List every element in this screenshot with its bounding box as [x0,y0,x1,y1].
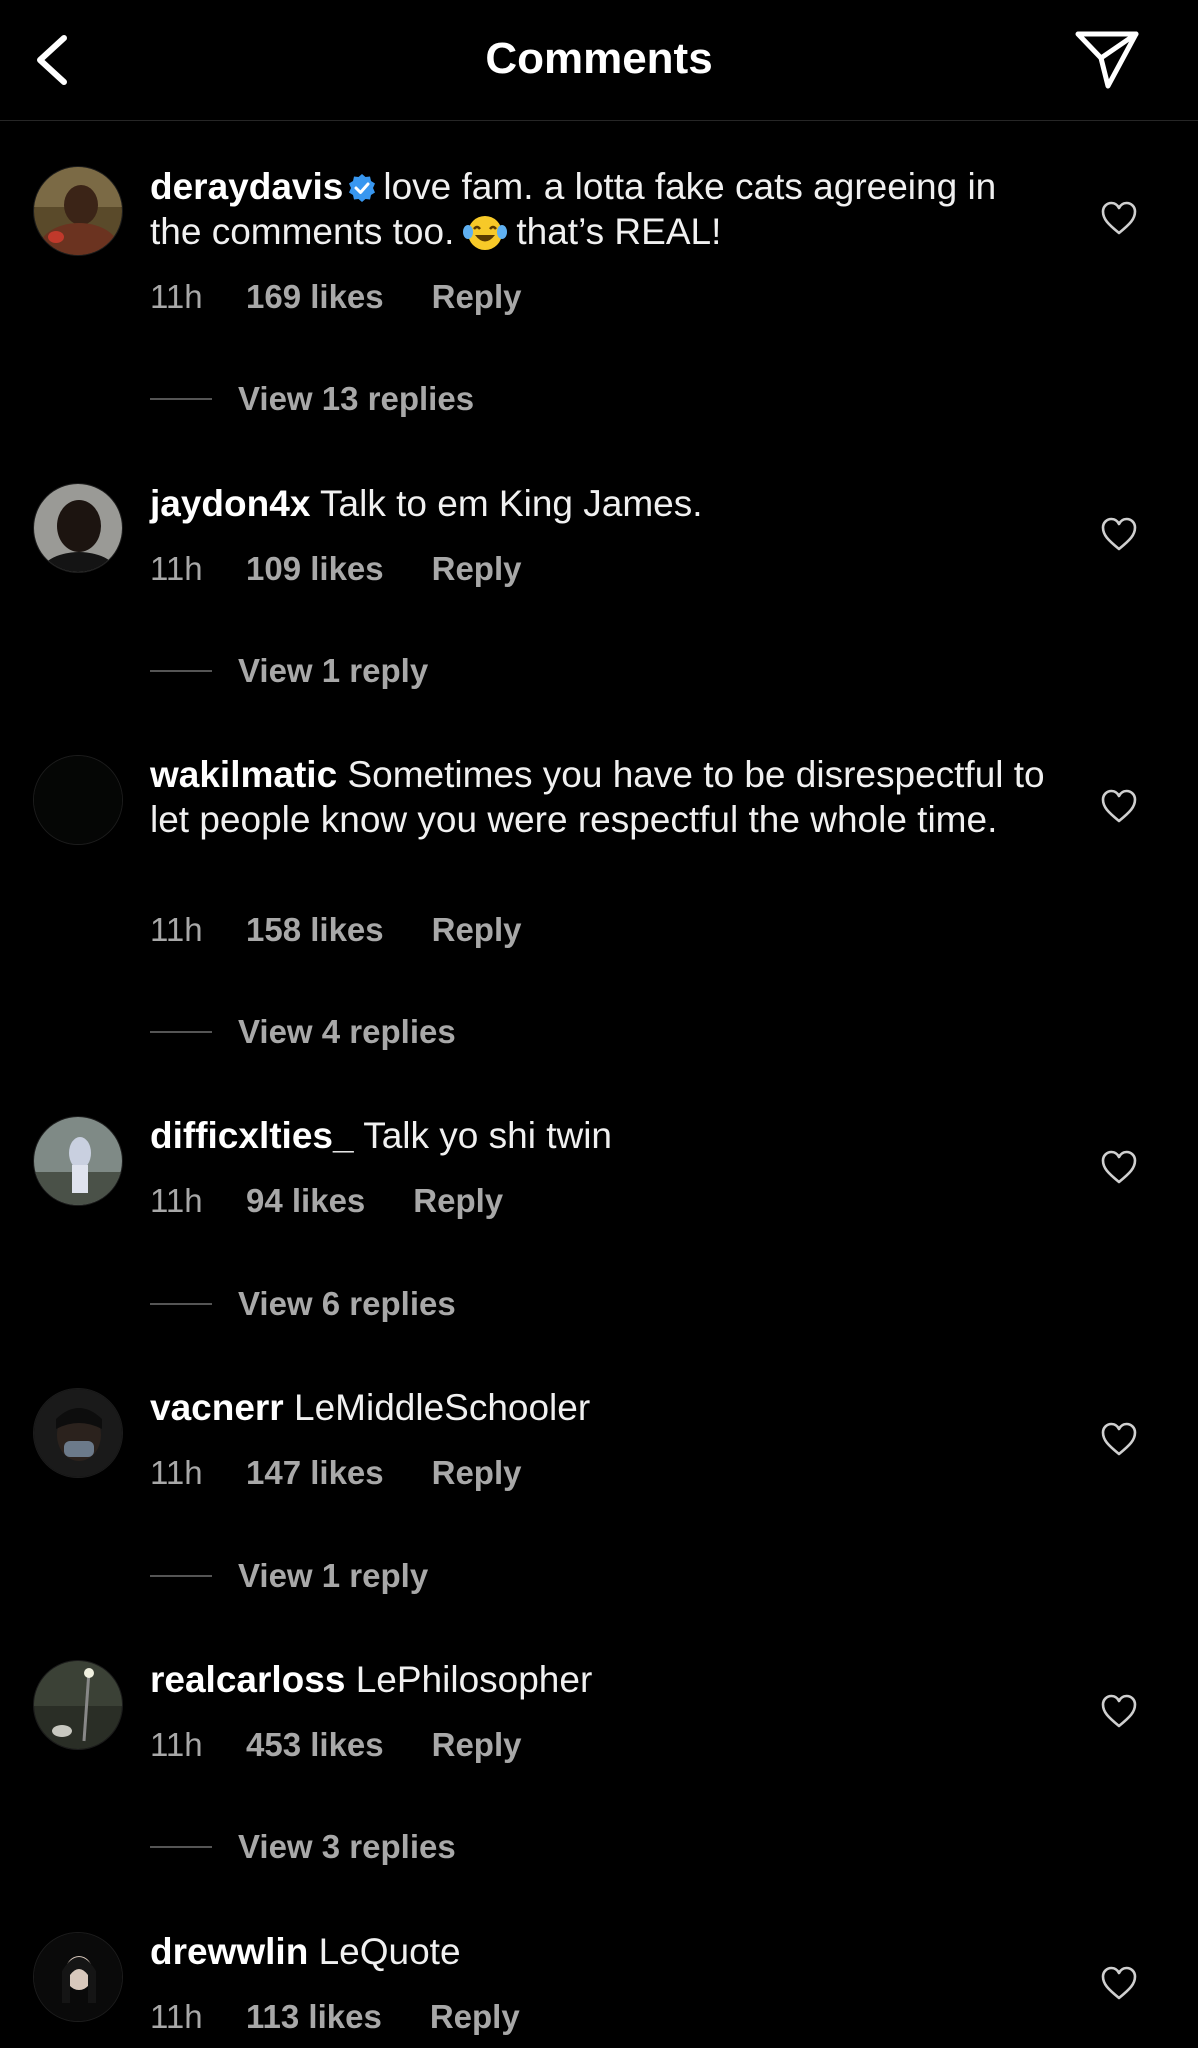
comment-meta: 11h 158 likes Reply [150,910,522,950]
avatar[interactable] [33,483,123,573]
comment-meta: 11h 453 likes Reply [150,1725,522,1765]
comment-username[interactable]: jaydon4x [150,483,310,524]
verified-badge-icon [349,174,376,202]
comment-likes[interactable]: 158 likes [246,910,384,950]
comment-time: 11h [150,1726,203,1763]
view-replies-button[interactable]: View 4 replies [150,1012,456,1052]
view-replies-label: View 1 reply [238,652,429,689]
comment-text: realcarloss LePhilosopher [150,1657,1050,1702]
comment-username[interactable]: difficxlties_ [150,1115,354,1156]
reply-button[interactable]: Reply [432,549,522,589]
comment-text: jaydon4x Talk to em King James. [150,481,1050,526]
heart-icon[interactable] [1100,1421,1138,1457]
avatar[interactable] [33,1116,123,1206]
laughing-crying-emoji-icon [463,216,508,250]
view-replies-label: View 3 replies [238,1828,456,1865]
avatar[interactable] [33,1388,123,1478]
comment-username[interactable]: drewwlin [150,1931,308,1972]
reply-button[interactable]: Reply [432,1725,522,1765]
view-replies-label: View 13 replies [238,380,475,417]
replies-divider [150,1846,212,1848]
share-button[interactable] [1074,28,1140,90]
comment-time: 11h [150,278,203,315]
comment-likes[interactable]: 453 likes [246,1725,384,1765]
comment-likes[interactable]: 109 likes [246,549,384,589]
heart-icon[interactable] [1100,1693,1138,1729]
avatar[interactable] [33,1932,123,2022]
replies-divider [150,1575,212,1577]
reply-button[interactable]: Reply [413,1181,503,1221]
heart-icon[interactable] [1100,516,1138,552]
comment-text: difficxlties_ Talk yo shi twin [150,1113,1050,1158]
comment-message: LePhilosopher [355,1659,593,1700]
avatar[interactable] [33,166,123,256]
avatar[interactable] [33,755,123,845]
comment-message: LeQuote [318,1931,461,1972]
page-title: Comments [485,34,713,83]
heart-icon[interactable] [1100,1149,1138,1185]
replies-divider [150,1031,212,1033]
comment-message: Talk yo shi twin [363,1115,613,1156]
comment-likes[interactable]: 169 likes [246,277,384,317]
header-bar: Comments [0,0,1198,121]
view-replies-button[interactable]: View 6 replies [150,1284,456,1324]
replies-divider [150,670,212,672]
view-replies-label: View 6 replies [238,1285,456,1322]
comment-time: 11h [150,550,203,587]
comment-username[interactable]: vacnerr [150,1387,284,1428]
comment-meta: 11h 169 likes Reply [150,277,522,317]
view-replies-label: View 1 reply [238,1557,429,1594]
paper-plane-icon [1075,31,1139,89]
comment-meta: 11h 94 likes Reply [150,1181,503,1221]
reply-button[interactable]: Reply [430,1997,520,2037]
comment-meta: 11h 113 likes Reply [150,1997,520,2037]
reply-button[interactable]: Reply [432,1453,522,1493]
comment-username[interactable]: deraydavis [150,166,343,207]
comment-message: LeMiddleSchooler [294,1387,591,1428]
comment-message: Talk to em King James. [320,483,703,524]
view-replies-label: View 4 replies [238,1013,456,1050]
comment-likes[interactable]: 147 likes [246,1453,384,1493]
comment-text: drewwlin LeQuote [150,1929,1050,1974]
comment-meta: 11h 109 likes Reply [150,549,522,589]
replies-divider [150,1303,212,1305]
comment-username[interactable]: wakilmatic [150,754,337,795]
avatar[interactable] [33,1660,123,1750]
comment-text: deraydavis love fam. a lotta fake cats ag… [150,164,1050,254]
comment-username[interactable]: realcarloss [150,1659,345,1700]
comment-time: 11h [150,911,203,948]
comment-text: vacnerr LeMiddleSchooler [150,1385,1050,1430]
heart-icon[interactable] [1100,788,1138,824]
reply-button[interactable]: Reply [432,910,522,950]
heart-icon[interactable] [1100,200,1138,236]
view-replies-button[interactable]: View 1 reply [150,1556,428,1596]
view-replies-button[interactable]: View 1 reply [150,651,428,691]
comment-message-end: that’s REAL! [516,211,722,252]
comment-likes[interactable]: 94 likes [246,1181,365,1221]
replies-divider [150,398,212,400]
view-replies-button[interactable]: View 13 replies [150,379,474,419]
comment-meta: 11h 147 likes Reply [150,1453,522,1493]
comment-time: 11h [150,1182,203,1219]
comment-time: 11h [150,1998,203,2035]
comment-text: wakilmatic Sometimes you have to be disr… [150,752,1050,842]
comment-time: 11h [150,1454,203,1491]
reply-button[interactable]: Reply [432,277,522,317]
view-replies-button[interactable]: View 3 replies [150,1827,456,1867]
comment-likes[interactable]: 113 likes [246,1997,382,2037]
heart-icon[interactable] [1100,1965,1138,2001]
